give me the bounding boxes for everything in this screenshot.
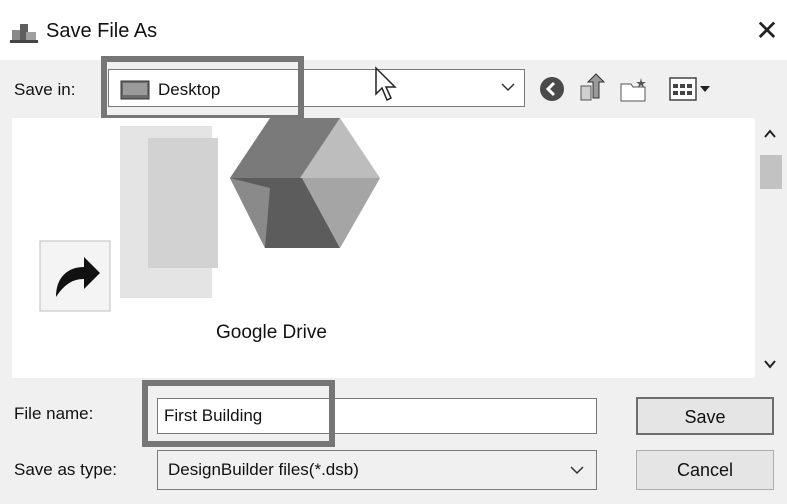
file-name-highlight-frame — [142, 380, 335, 447]
scroll-thumb[interactable] — [760, 155, 782, 189]
save-file-app-icon — [10, 20, 38, 44]
scroll-down-icon[interactable] — [755, 352, 785, 376]
save-button[interactable]: Save — [636, 397, 774, 435]
save-as-type-value: DesignBuilder files(*.dsb) — [168, 460, 359, 479]
mouse-cursor-icon — [374, 66, 400, 104]
up-folder-icon[interactable] — [577, 72, 607, 104]
window-title: Save File As — [46, 20, 158, 42]
new-folder-icon[interactable] — [619, 74, 651, 104]
views-menu-icon[interactable] — [664, 74, 718, 104]
file-item-label: Google Drive — [216, 322, 327, 343]
shortcut-arrow-icon — [38, 239, 112, 313]
close-icon[interactable]: ✕ — [752, 14, 782, 48]
back-icon[interactable] — [537, 74, 567, 104]
file-name-label: File name: — [14, 404, 94, 423]
save-in-highlight-frame — [101, 56, 304, 121]
google-drive-icon[interactable] — [110, 118, 490, 298]
chevron-down-icon[interactable] — [497, 74, 519, 100]
scroll-up-icon[interactable] — [755, 122, 785, 146]
save-as-type-label: Save as type: — [14, 460, 118, 479]
save-in-label: Save in: — [14, 80, 76, 99]
chevron-down-icon[interactable] — [566, 458, 588, 482]
cancel-button[interactable]: Cancel — [636, 450, 774, 490]
